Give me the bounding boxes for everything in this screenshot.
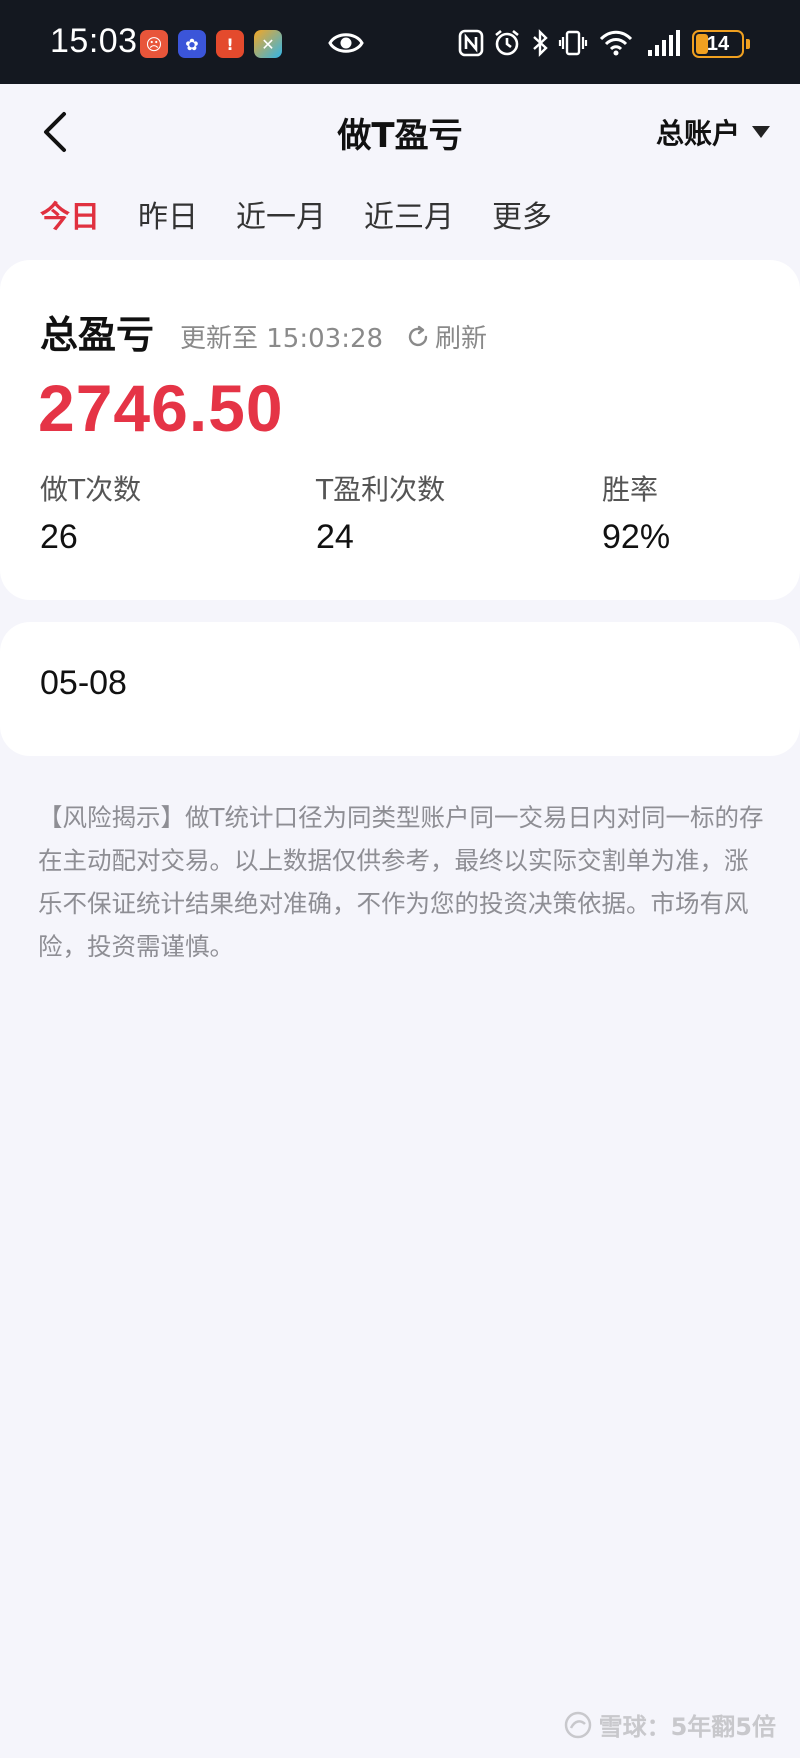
update-time: 更新至 15:03:28 xyxy=(180,324,384,354)
watermark-text: 雪球：5年翻5倍 xyxy=(598,1713,776,1741)
refresh-icon[interactable] xyxy=(405,324,431,350)
vibrate-icon xyxy=(558,30,588,56)
notification-app-icon: ☹ xyxy=(140,30,168,58)
date-label: 05-08 xyxy=(40,664,127,702)
tab-last-three-months[interactable]: 近三月 xyxy=(364,192,454,236)
watermark: 雪球：5年翻5倍 xyxy=(563,1707,776,1742)
date-card[interactable]: 05-08 xyxy=(0,622,800,756)
tab-yesterday[interactable]: 昨日 xyxy=(138,192,198,236)
refresh-button[interactable]: 刷新 xyxy=(435,318,487,355)
alarm-icon xyxy=(495,29,519,56)
summary-card: 总盈亏 更新至 15:03:28 刷新 2746.50 做T次数 26 T盈利次… xyxy=(0,260,800,600)
period-tabs: 今日 昨日 近一月 近三月 更多 xyxy=(40,192,590,236)
status-time: 15:03 xyxy=(50,22,138,60)
stat-win-rate: 胜率 92% xyxy=(602,468,670,557)
stat-value: 26 xyxy=(40,518,78,556)
tab-last-month[interactable]: 近一月 xyxy=(236,192,326,236)
battery-level: 14 xyxy=(706,32,730,55)
stat-value: 92% xyxy=(602,518,671,556)
eye-icon xyxy=(328,33,364,53)
stat-trade-count: 做T次数 26 xyxy=(40,468,141,557)
bluetooth-icon xyxy=(533,29,548,57)
battery-icon: 14 xyxy=(692,30,744,58)
nfc-icon xyxy=(458,29,484,57)
update-row: 更新至 15:03:28 刷新 xyxy=(180,318,487,355)
stat-label: 做T次数 xyxy=(40,473,142,506)
status-bar: 15:03 ☹ ✿ ! ✕ 14 xyxy=(0,0,800,84)
stat-profit-count: T盈利次数 24 xyxy=(316,468,445,557)
notification-app-icon: ✿ xyxy=(178,30,206,58)
snowball-logo-icon xyxy=(564,1711,591,1738)
tab-today[interactable]: 今日 xyxy=(40,192,100,236)
caret-down-icon xyxy=(752,126,770,138)
signal-icon xyxy=(648,30,680,56)
total-profit-value: 2746.50 xyxy=(38,371,284,445)
summary-title: 总盈亏 xyxy=(40,313,155,357)
stat-label: T盈利次数 xyxy=(316,473,446,506)
stat-value: 24 xyxy=(316,518,354,556)
notification-app-icon: ! xyxy=(216,30,244,58)
tab-more[interactable]: 更多 xyxy=(492,192,552,236)
account-selector[interactable]: 总账户 xyxy=(656,112,770,152)
stat-label: 胜率 xyxy=(602,473,659,506)
wifi-icon xyxy=(599,30,633,56)
account-selector-label: 总账户 xyxy=(655,117,740,150)
risk-disclaimer: 【风险揭示】做T统计口径为同类型账户同一交易日内对同一标的存在主动配对交易。以上… xyxy=(38,803,764,961)
notification-app-icon: ✕ xyxy=(254,30,282,58)
battery-cap xyxy=(746,39,750,49)
